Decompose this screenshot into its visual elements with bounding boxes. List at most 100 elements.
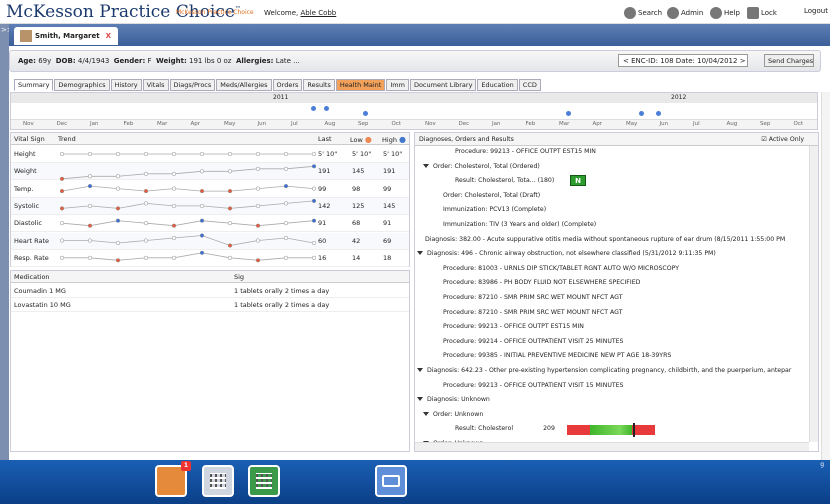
patient-dock-button[interactable]: 1	[155, 461, 191, 497]
send-charges-button[interactable]: Send Charges	[764, 54, 814, 67]
timeline-event-marker[interactable]	[639, 111, 644, 116]
horizontal-scrollbar[interactable]	[415, 442, 809, 451]
tab-history[interactable]: History	[110, 79, 142, 91]
tab-meds-allergies[interactable]: Meds/Allergies	[216, 79, 272, 91]
trend-point	[143, 221, 149, 226]
next-encounter-button[interactable]: >	[740, 57, 746, 65]
vertical-scrollbar[interactable]	[809, 146, 818, 442]
tab-document-library[interactable]: Document Library	[409, 79, 477, 91]
trend-line	[62, 252, 314, 261]
page-scrollbar[interactable]	[821, 92, 830, 460]
search-button[interactable]: Search	[624, 7, 662, 19]
diagnosis-tree-item[interactable]: Immunization: TIV (3 Years and older) (C…	[443, 221, 596, 228]
timeline-month: Dec	[458, 121, 470, 127]
normal-badge: N	[570, 175, 586, 187]
timeline-month: May	[224, 121, 236, 127]
diagnosis-tree-item[interactable]: Order: Cholesterol, Total (Ordered)	[423, 163, 540, 170]
tab-demographics[interactable]: Demographics	[54, 79, 110, 91]
diagnosis-tree-item[interactable]: Procedure: 83986 - PH BODY FLUID NOT ELS…	[443, 279, 640, 286]
tab-orders[interactable]: Orders	[272, 79, 303, 91]
help-button[interactable]: Help	[710, 7, 740, 19]
tab-ccd[interactable]: CCD	[518, 79, 541, 91]
timeline-event-marker[interactable]	[566, 111, 571, 116]
schedule-dock-button[interactable]	[248, 465, 280, 497]
logout-button[interactable]: Logout	[804, 7, 828, 15]
diagnosis-tree-item[interactable]: Procedure: 87210 - SMR PRIM SRC WET MOUN…	[443, 294, 623, 301]
tab-education[interactable]: Education	[477, 79, 518, 91]
notification-badge: 1	[181, 461, 191, 471]
tab-imm[interactable]: Imm	[386, 79, 409, 91]
expand-toggle-icon[interactable]	[417, 251, 423, 256]
trend-point	[311, 240, 317, 246]
tab-results[interactable]: Results	[303, 79, 335, 91]
timeline-month: Aug	[324, 121, 336, 127]
prev-encounter-button[interactable]: <	[623, 57, 629, 65]
timeline-event-marker[interactable]	[656, 111, 661, 116]
diagnosis-tree-item[interactable]: Procedure: 81003 - URNLS DIP STICK/TABLE…	[443, 265, 679, 272]
diagnosis-tree-item[interactable]: Diagnosis: Unknown	[417, 396, 490, 403]
col-trend: Trend	[55, 133, 315, 145]
expand-toggle-icon[interactable]	[417, 368, 423, 372]
timeline-month: Jan	[492, 121, 501, 127]
diagnosis-tree-item[interactable]: Procedure: 99213 - OFFICE OUTPATIENT VIS…	[443, 382, 624, 389]
active-only-checkbox[interactable]: ☑ Active Only	[761, 136, 804, 143]
diagnosis-tree-item[interactable]: Diagnosis: 642.23 - Other pre-existing h…	[417, 367, 791, 374]
close-icon[interactable]: X	[106, 32, 111, 40]
trend-point	[199, 218, 205, 223]
timeline-event-marker[interactable]	[363, 111, 368, 116]
diagnosis-tree-item[interactable]: Procedure: 99213 - OFFICE OUTPT EST15 MI…	[455, 148, 596, 155]
diagnosis-tree-item[interactable]: Procedure: 87210 - SMR PRIM SRC WET MOUN…	[443, 309, 623, 316]
window-dock-button[interactable]	[375, 465, 407, 497]
trend-point	[255, 238, 261, 243]
calendar-dock-button[interactable]	[202, 465, 234, 497]
timeline-event-marker[interactable]	[324, 106, 329, 111]
trend-point	[171, 186, 177, 191]
trend-point	[199, 189, 205, 194]
timeline[interactable]: 2011 2012 Nov Dec Jan Feb Mar Apr May Jun Jul Aug S…	[10, 92, 818, 130]
lock-button[interactable]: Lock	[747, 7, 777, 19]
medication-sig: 1 tablets orally 2 times a day	[234, 301, 330, 309]
left-panel-toggle[interactable]: >>	[0, 24, 13, 460]
vital-low: 42	[352, 236, 361, 245]
search-icon	[624, 7, 636, 19]
diagnosis-tree-item[interactable]: Immunization: PCV13 (Complete)	[443, 206, 546, 213]
diagnosis-tree-item[interactable]: Diagnosis: 382.00 - Acute suppurative ot…	[425, 236, 785, 243]
diagnosis-tree-item[interactable]: Diagnosis: 496 - Chronic airway obstruct…	[417, 250, 716, 257]
trend-point	[171, 171, 177, 176]
medication-row[interactable]: Lovastatin 10 MG 1 tablets orally 2 times…	[11, 298, 409, 312]
trend-point	[143, 255, 149, 260]
trend-chart	[59, 151, 317, 263]
vitals-panel: Vital Sign Trend Last Low ● High ● Heigh…	[10, 132, 410, 267]
diagnosis-tree-item[interactable]: Procedure: 99214 - OFFICE OUTPATIENT VIS…	[443, 338, 624, 345]
trend-point	[311, 255, 317, 260]
expand-toggle-icon[interactable]	[423, 163, 429, 168]
admin-button[interactable]: Admin	[667, 7, 703, 19]
trend-point	[311, 198, 317, 203]
timeline-month: Feb	[123, 121, 134, 127]
tab-diags-procs[interactable]: Diags/Procs	[169, 79, 216, 91]
trend-point	[143, 189, 149, 194]
trend-point	[227, 255, 233, 260]
diagnosis-tree-item[interactable]: Procedure: 99213 - OFFICE OUTPT EST15 MI…	[443, 323, 584, 330]
trend-point	[143, 151, 149, 157]
timeline-month: Jul	[693, 121, 700, 127]
timeline-event-marker[interactable]	[311, 106, 316, 111]
trend-point	[171, 203, 177, 208]
tab-health-maint[interactable]: Health Maint	[335, 79, 386, 91]
encounter-selector[interactable]: < ENC-ID: 108 Date: 10/04/2012 >	[618, 54, 748, 67]
medication-row[interactable]: Coumadin 1 MG 1 tablets orally 2 times a …	[11, 284, 409, 298]
tab-vitals[interactable]: Vitals	[142, 79, 169, 91]
user-link[interactable]: Able Cobb	[300, 9, 336, 17]
diagnosis-tree-item[interactable]: Result: Cholesterol 209	[455, 425, 555, 432]
diagnosis-tree-item[interactable]: Procedure: 99385 - INITIAL PREVENTIVE ME…	[443, 352, 671, 359]
expand-toggle-icon[interactable]	[423, 411, 429, 416]
help-icon	[710, 7, 722, 19]
diagnosis-tree-item[interactable]: Order: Cholesterol, Total (Draft)	[443, 192, 540, 199]
diagnosis-tree-item[interactable]: Order: Unknown	[423, 411, 483, 418]
patient-tab[interactable]: Smith, Margaret X	[14, 27, 118, 45]
expand-toggle-icon[interactable]	[417, 397, 423, 402]
trend-point	[143, 171, 149, 176]
diagnoses-header: Diagnoses, Orders and Results ☑ Active O…	[415, 133, 818, 146]
tab-summary[interactable]: Summary	[14, 79, 54, 91]
diagnosis-tree-item[interactable]: Result: Cholesterol, Tota... (180)	[455, 177, 554, 184]
